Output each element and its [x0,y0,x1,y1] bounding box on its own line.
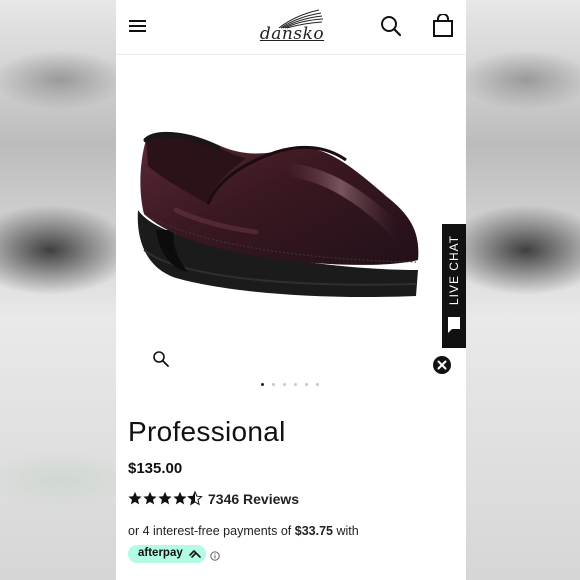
magnifier-icon[interactable] [152,350,170,368]
chat-bubble-icon [447,316,461,334]
product-image[interactable] [116,100,466,330]
product-page: dansko LIVE CHAT Professional $135.00 73… [116,0,466,580]
blurred-backdrop-left [0,0,116,580]
gallery-dot[interactable] [316,383,319,386]
reviews-link[interactable]: 7346 Reviews [208,491,299,507]
site-header: dansko [116,0,466,55]
shopping-bag-icon[interactable] [432,13,454,38]
afterpay-arrows-icon [189,550,201,558]
gallery-dot[interactable] [261,383,264,386]
installment-text: or 4 interest-free payments of $33.75 wi… [128,524,359,538]
search-icon[interactable] [380,15,402,37]
star-rating [128,490,204,506]
gallery-dot[interactable] [283,383,286,386]
product-price: $135.00 [128,460,183,477]
info-icon[interactable] [210,548,220,561]
hamburger-menu-icon[interactable] [128,16,148,36]
gallery-dot[interactable] [305,383,308,386]
live-chat-tab[interactable]: LIVE CHAT [442,224,466,348]
afterpay-logo-text: afterpay [138,547,183,559]
gallery-dot[interactable] [294,383,297,386]
brand-logo-text: dansko [259,24,325,44]
live-chat-label: LIVE CHAT [447,234,461,306]
afterpay-badge[interactable]: afterpay [128,545,206,563]
brand-logo[interactable]: dansko [259,8,325,46]
installment-prefix: or 4 interest-free payments of [128,524,295,538]
product-title: Professional [128,416,286,447]
installment-suffix: with [332,524,359,538]
blurred-backdrop-right [466,0,580,580]
gallery-dot[interactable] [272,383,275,386]
installment-amount: $33.75 [294,524,333,538]
gallery-pagination [256,382,326,388]
close-icon[interactable] [433,356,451,374]
